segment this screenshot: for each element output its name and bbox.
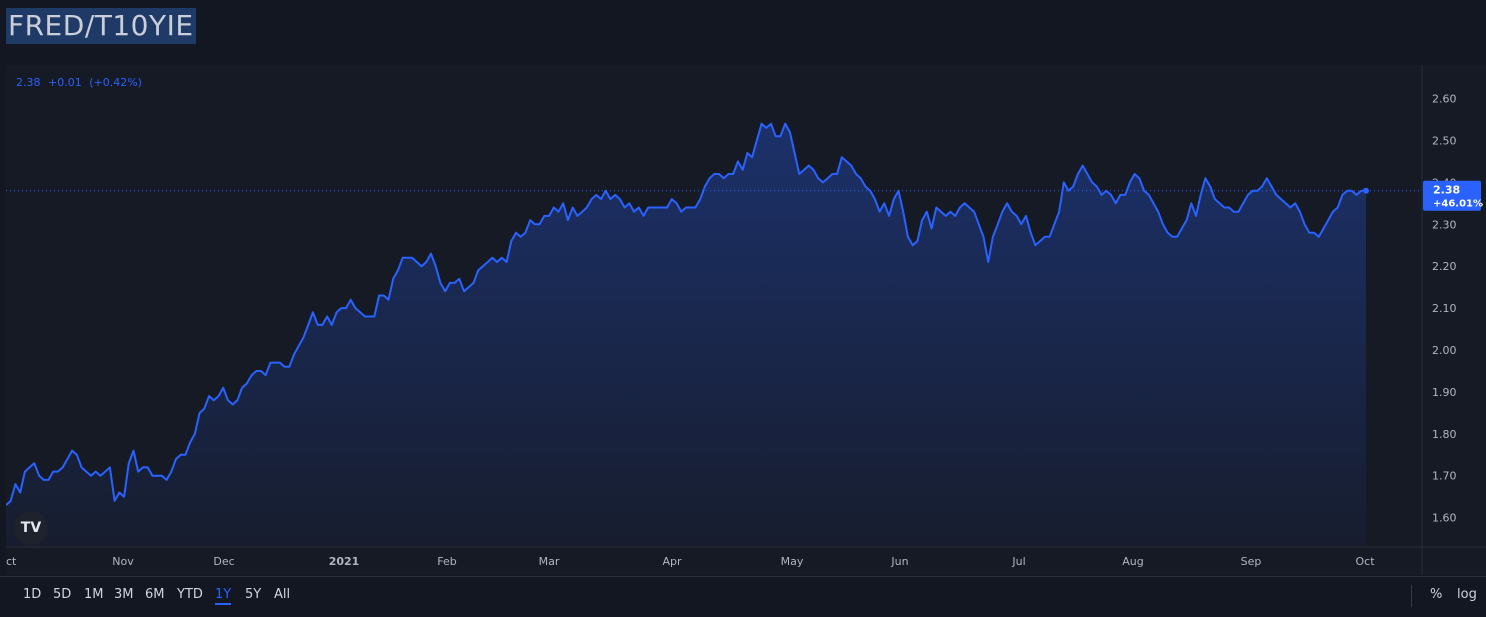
x-tick-label: Apr xyxy=(662,555,682,568)
y-tick-label: 2.30 xyxy=(1432,218,1457,231)
legend-change: +0.01 xyxy=(48,76,82,89)
x-tick-label: Jun xyxy=(890,555,908,568)
chart-panel[interactable]: 1.601.701.801.902.002.102.202.302.402.50… xyxy=(6,65,1486,575)
x-tick-label: Jul xyxy=(1011,555,1025,568)
y-tick-label: 2.20 xyxy=(1432,260,1457,273)
y-tick-label: 1.90 xyxy=(1432,386,1457,399)
range-button-1d[interactable]: 1D xyxy=(23,587,41,602)
y-axis: 1.601.701.801.902.002.102.202.302.402.50… xyxy=(1421,65,1457,575)
x-tick-label: Feb xyxy=(437,555,456,568)
price-legend: 2.38 +0.01 (+0.42%) xyxy=(16,76,146,89)
last-point-marker xyxy=(1363,187,1369,194)
x-axis: ct Nov Dec 2021 Feb Mar Apr May Jun Jul Aug Sep Oct xyxy=(6,546,1486,568)
y-tick-label: 1.70 xyxy=(1432,470,1457,483)
x-tick-label: May xyxy=(781,555,804,568)
x-tick-label: Nov xyxy=(112,555,134,568)
plot-area xyxy=(6,122,1422,547)
y-tick-label: 1.80 xyxy=(1432,428,1457,441)
x-tick-label: Mar xyxy=(539,555,560,568)
price-badge-value: 2.38 xyxy=(1433,184,1460,197)
percent-scale-button[interactable]: % xyxy=(1430,587,1442,602)
price-badge-pct: +46.01% xyxy=(1433,199,1483,210)
log-scale-button[interactable]: log xyxy=(1457,587,1477,602)
y-tick-label: 2.50 xyxy=(1432,134,1457,147)
range-button-all[interactable]: All xyxy=(274,587,290,602)
x-tick-label: Oct xyxy=(1355,555,1375,568)
series-area xyxy=(6,123,1366,547)
range-button-1y[interactable]: 1Y xyxy=(215,587,232,605)
x-tick-label: Sep xyxy=(1241,555,1262,568)
legend-value: 2.38 xyxy=(16,76,41,89)
legend-change-pct: (+0.42%) xyxy=(89,76,142,89)
tradingview-logo-icon[interactable]: TV xyxy=(14,511,48,545)
range-button-ytd[interactable]: YTD xyxy=(177,587,203,602)
x-tick-label: 2021 xyxy=(329,555,360,568)
bottom-toolbar: 1D 5D 1M 3M 6M YTD 1Y 5Y All % log xyxy=(0,576,1486,617)
y-tick-label: 2.60 xyxy=(1432,93,1457,106)
price-chart[interactable]: 1.601.701.801.902.002.102.202.302.402.50… xyxy=(6,65,1486,575)
x-tick-label: ct xyxy=(6,555,17,568)
range-button-1m[interactable]: 1M xyxy=(84,587,104,602)
x-tick-label: Aug xyxy=(1122,555,1143,568)
price-badge-layer: 2.38 +46.01% xyxy=(1423,180,1483,211)
symbol-title[interactable]: FRED/T10YIE xyxy=(6,8,196,44)
range-button-3m[interactable]: 3M xyxy=(114,587,134,602)
range-button-5y[interactable]: 5Y xyxy=(245,587,261,602)
y-tick-label: 2.10 xyxy=(1432,302,1457,315)
y-tick-label: 2.00 xyxy=(1432,344,1457,357)
range-button-5d[interactable]: 5D xyxy=(53,587,71,602)
y-tick-label: 1.60 xyxy=(1432,512,1457,525)
x-tick-label: Dec xyxy=(213,555,234,568)
range-button-6m[interactable]: 6M xyxy=(145,587,165,602)
toolbar-divider xyxy=(1411,585,1412,607)
